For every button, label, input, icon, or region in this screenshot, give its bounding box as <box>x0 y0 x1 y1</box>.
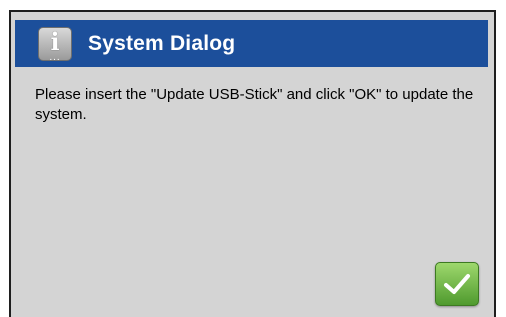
dialog-title-bar: i ... System Dialog <box>15 20 488 67</box>
checkmark-icon <box>444 274 470 294</box>
dialog-title: System Dialog <box>88 31 236 55</box>
info-icon-dots: ... <box>49 51 61 63</box>
ok-button[interactable] <box>435 262 479 306</box>
info-icon: i ... <box>38 26 72 63</box>
dialog-message: Please insert the "Update USB-Stick" and… <box>35 86 474 123</box>
system-dialog: i ... System Dialog Please insert the "U… <box>9 10 496 317</box>
